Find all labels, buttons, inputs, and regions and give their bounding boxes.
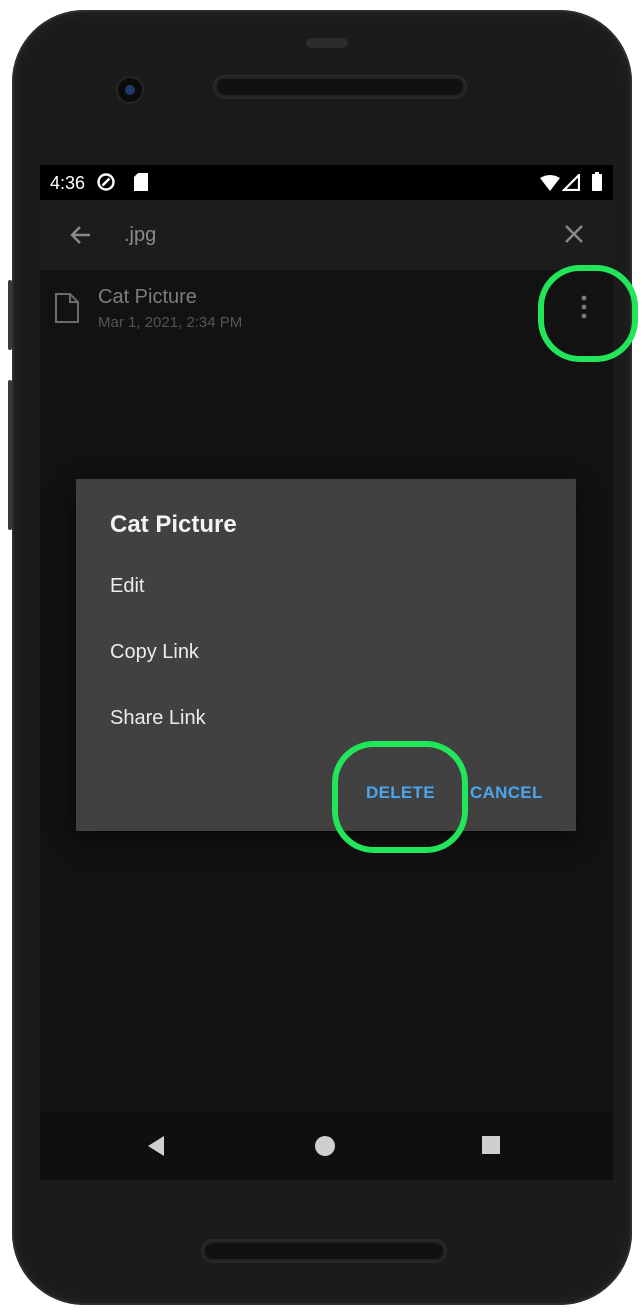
front-camera (118, 78, 142, 102)
dialog-title: Cat Picture (110, 511, 237, 538)
battery-icon (592, 172, 602, 196)
sd-card-icon (134, 173, 148, 196)
cancel-button[interactable]: CANCEL (470, 783, 543, 803)
dialog-option-edit[interactable]: Edit (110, 575, 144, 598)
navigation-bar (40, 1112, 613, 1180)
options-dialog: Cat Picture Edit Copy Link Share Link DE… (76, 479, 576, 831)
status-time: 4:36 (50, 173, 86, 193)
volume-button (8, 380, 12, 530)
back-icon[interactable] (148, 1136, 164, 1156)
status-bar: 4:36 (40, 165, 613, 200)
screen: 4:36 .jpg Cat Picture Mar 1, 2021, 2:34 … (40, 165, 613, 1180)
signal-icon (561, 172, 581, 196)
do-not-disturb-icon (96, 172, 116, 197)
wifi-icon (540, 175, 560, 196)
dialog-option-share-link[interactable]: Share Link (110, 707, 206, 730)
phone-sensor (306, 38, 348, 48)
bottom-speaker (203, 1241, 445, 1261)
home-icon[interactable] (315, 1136, 335, 1156)
delete-button[interactable]: DELETE (366, 783, 435, 803)
recents-icon[interactable] (482, 1136, 500, 1154)
power-button (8, 280, 12, 350)
dialog-option-copy-link[interactable]: Copy Link (110, 641, 199, 664)
earpiece-speaker (215, 77, 465, 97)
